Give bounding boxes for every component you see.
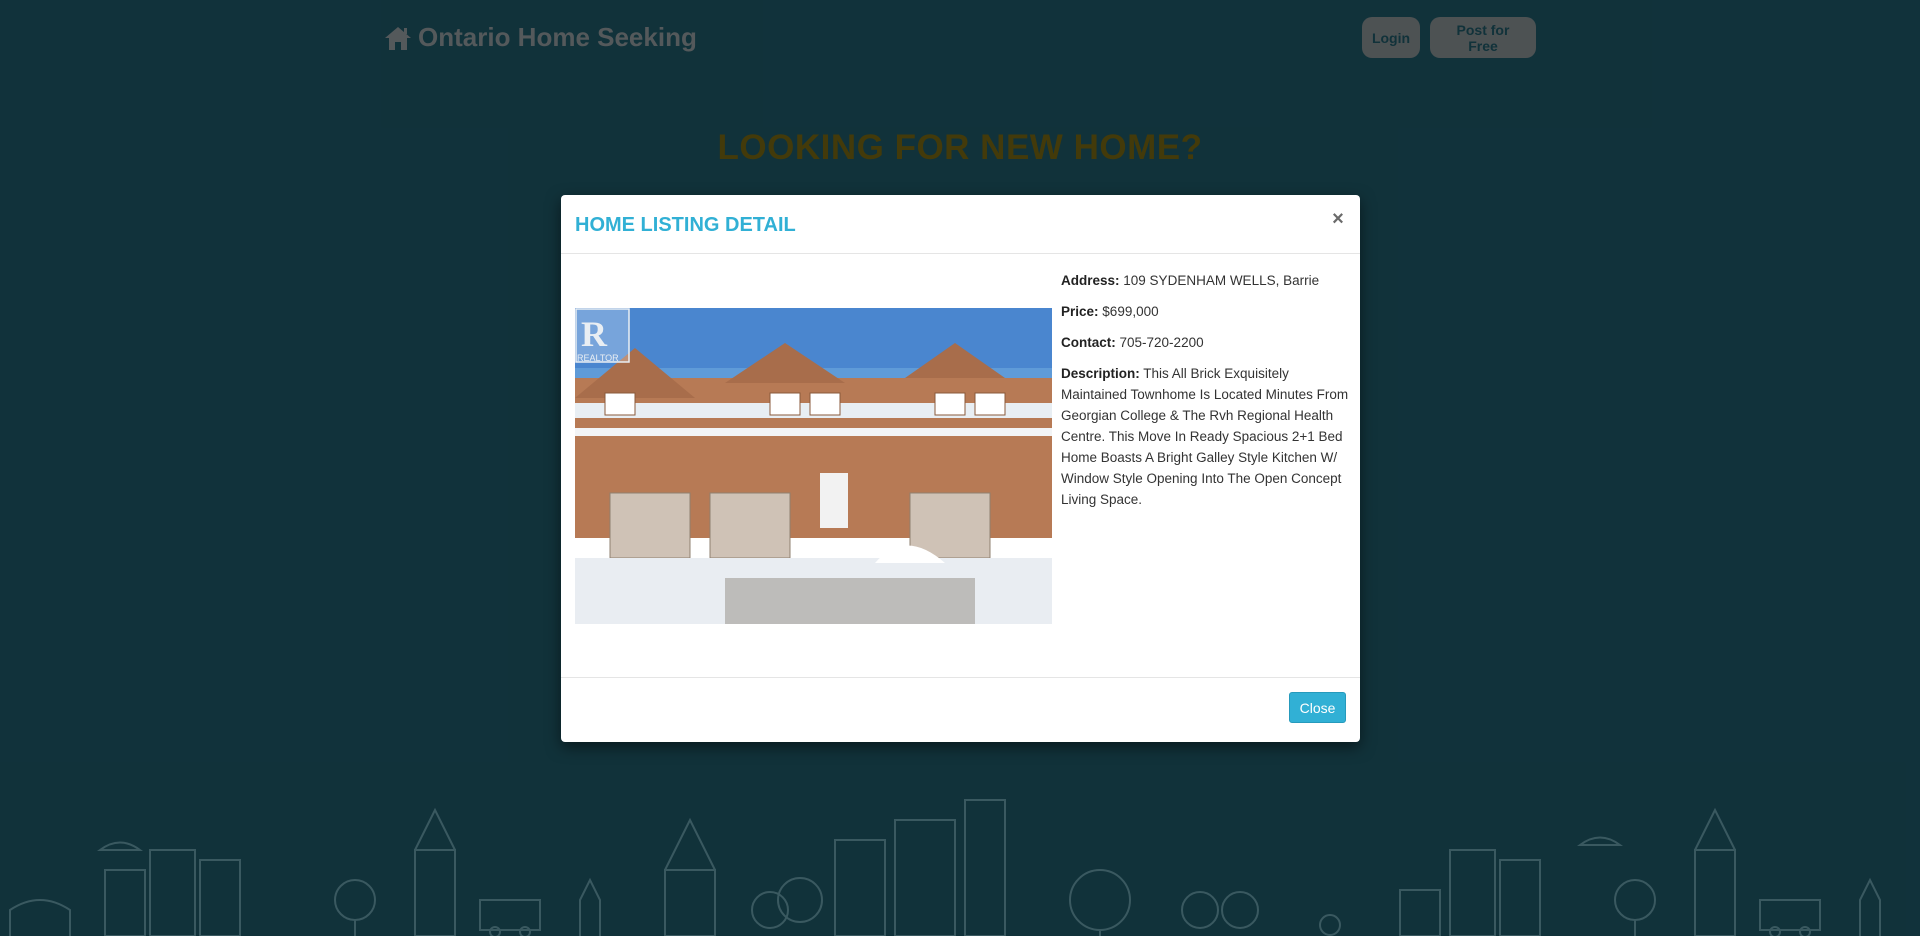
address-label: Address: (1061, 273, 1120, 288)
contact-value: 705-720-2200 (1119, 335, 1204, 350)
modal-body: R REALTOR Address: 109 SYDENHAM WELLS, B… (561, 254, 1360, 677)
modal-footer: Close (561, 677, 1360, 742)
modal-title: HOME LISTING DETAIL (575, 214, 796, 236)
contact-label: Contact: (1061, 335, 1116, 350)
description-label: Description: (1061, 366, 1140, 381)
address-row: Address: 109 SYDENHAM WELLS, Barrie (1061, 270, 1351, 291)
description-value: This All Brick Exquisitely Maintained To… (1061, 366, 1349, 507)
description-row: Description: This All Brick Exquisitely … (1061, 363, 1351, 510)
realtor-logo: R REALTOR (575, 308, 630, 363)
listing-photo: R REALTOR (575, 308, 1052, 624)
close-icon[interactable]: × (1330, 209, 1346, 229)
address-value: 109 SYDENHAM WELLS, Barrie (1123, 273, 1320, 288)
contact-row: Contact: 705-720-2200 (1061, 332, 1351, 353)
price-row: Price: $699,000 (1061, 301, 1351, 322)
price-label: Price: (1061, 304, 1099, 319)
svg-text:R: R (581, 314, 608, 354)
close-button[interactable]: Close (1289, 692, 1346, 723)
listing-detail-modal: HOME LISTING DETAIL × R REALTOR Address:… (561, 195, 1360, 742)
modal-header: HOME LISTING DETAIL × (561, 195, 1360, 254)
listing-info: Address: 109 SYDENHAM WELLS, Barrie Pric… (1061, 270, 1351, 520)
svg-text:REALTOR: REALTOR (577, 353, 619, 363)
price-value: $699,000 (1102, 304, 1159, 319)
